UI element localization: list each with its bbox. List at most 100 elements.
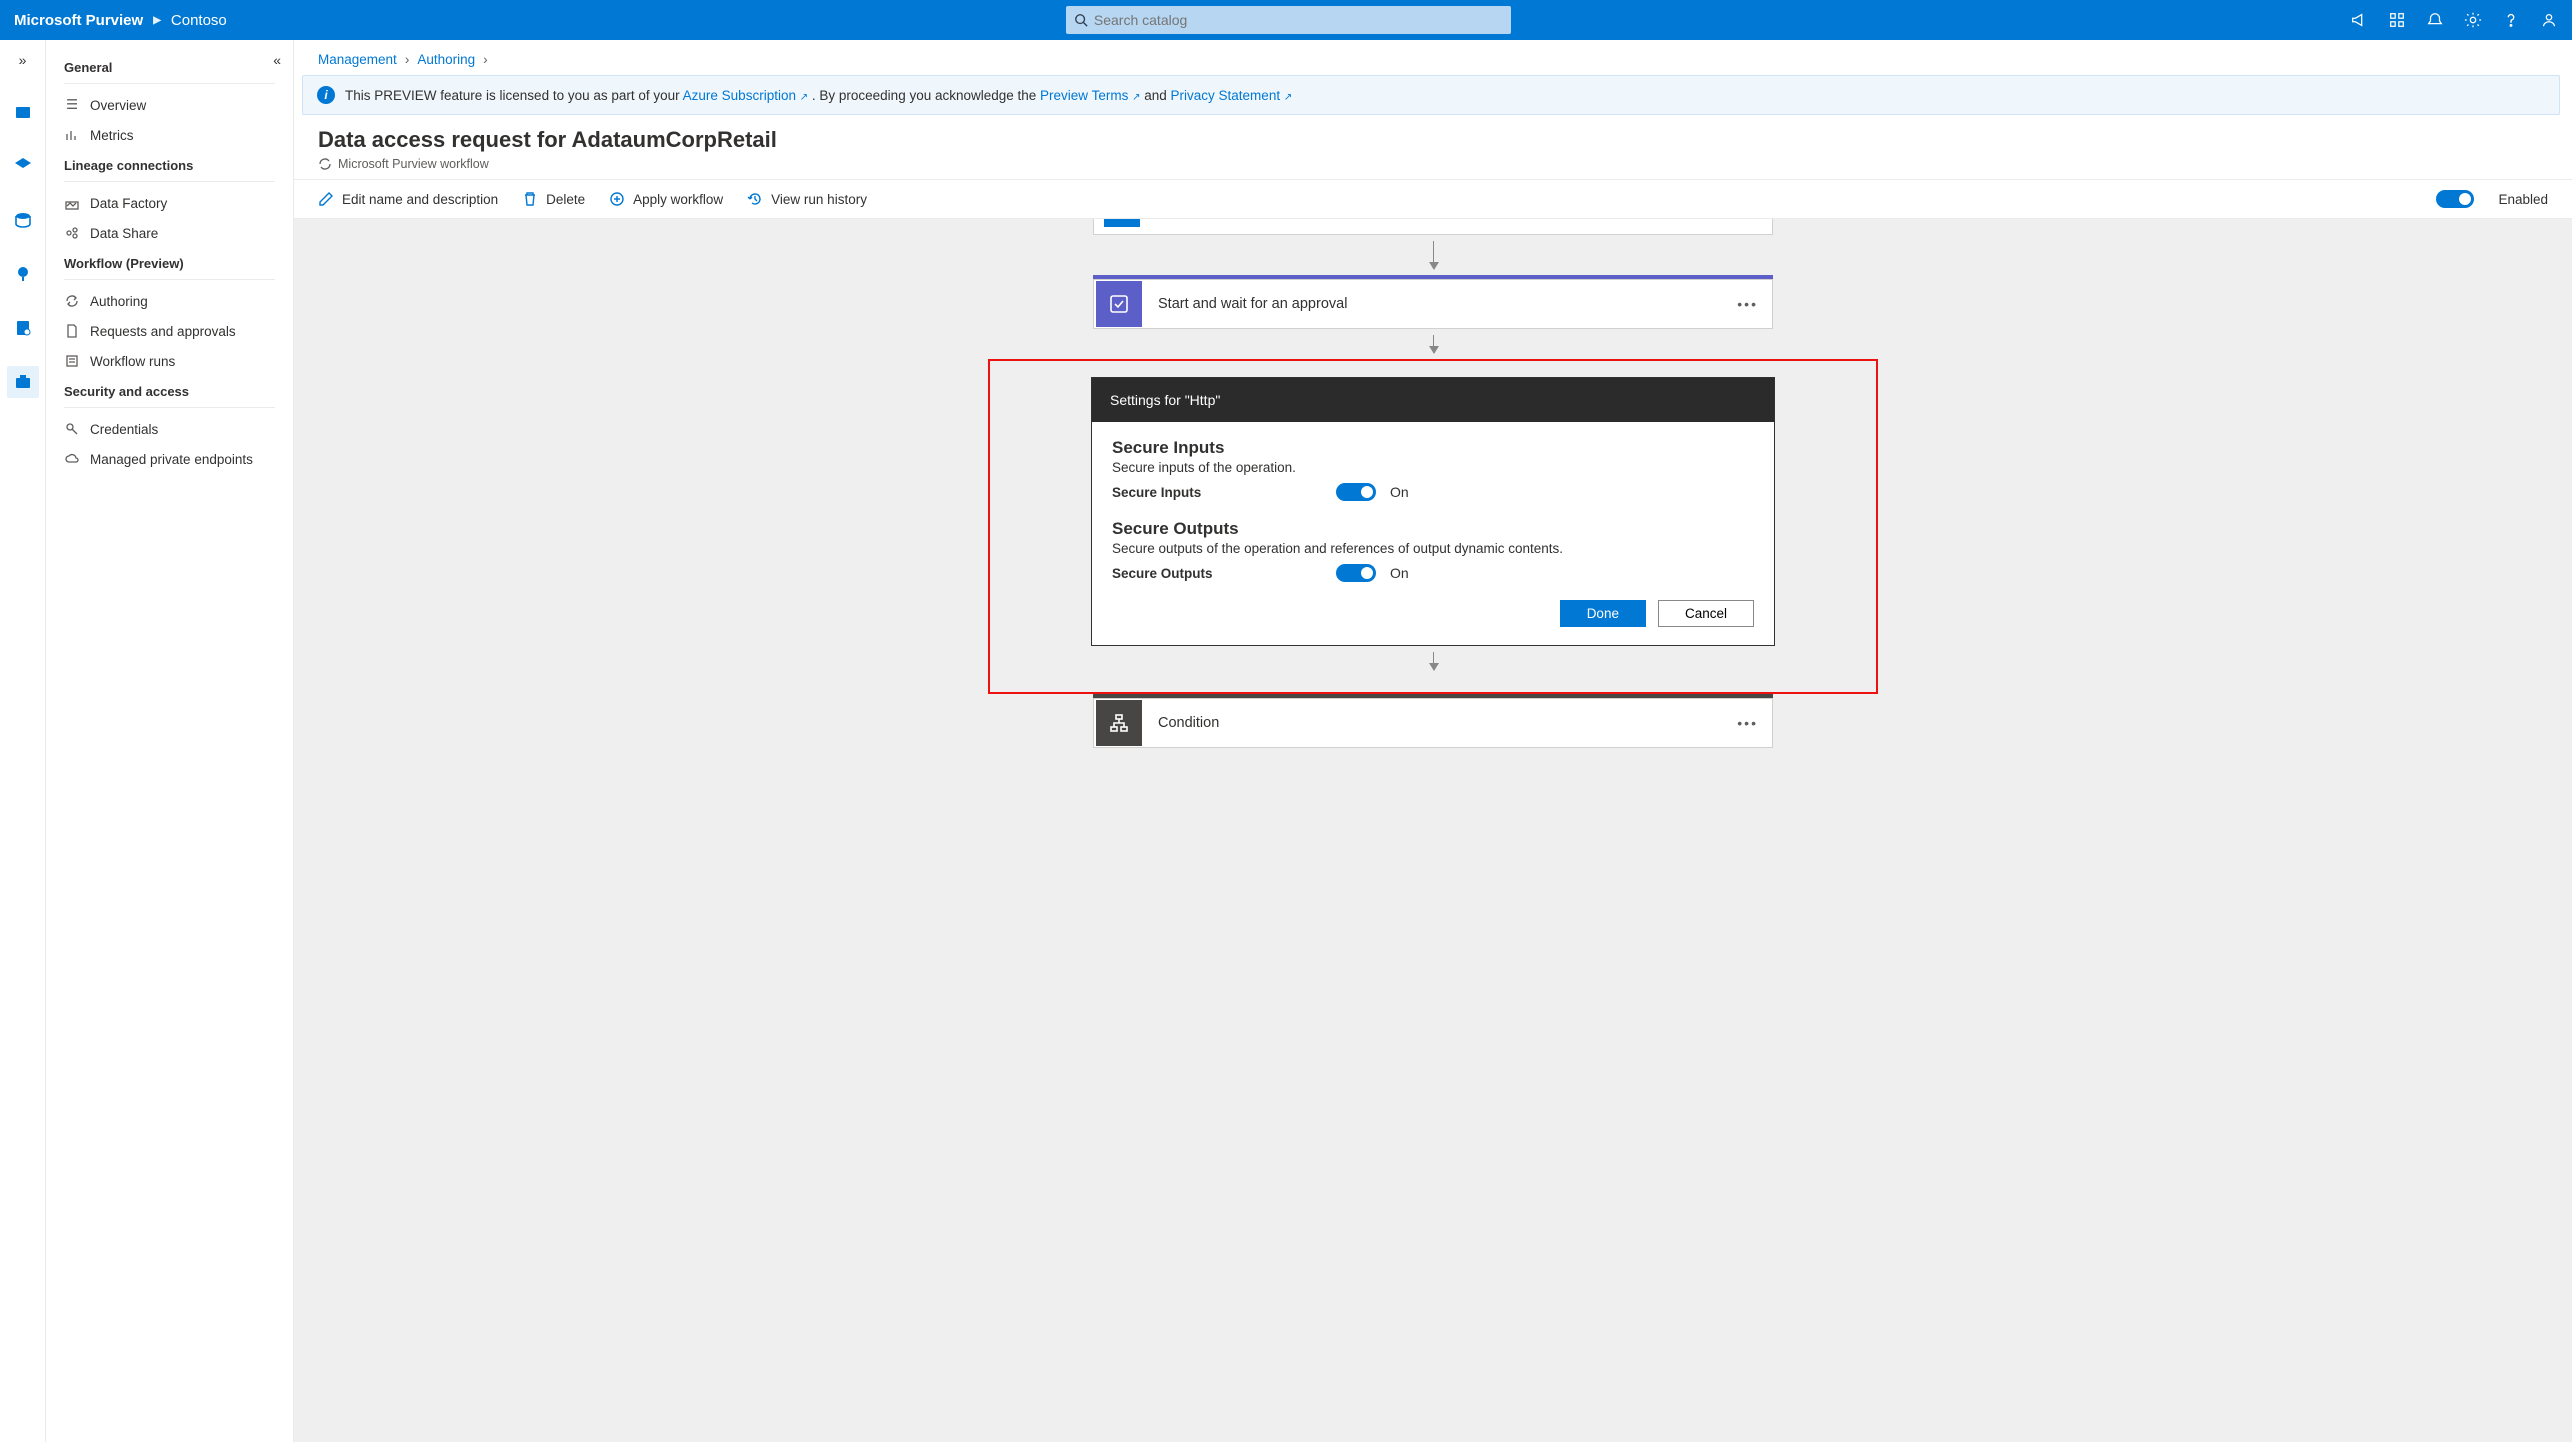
- nav-label: Metrics: [90, 128, 134, 143]
- pencil-icon: [318, 191, 334, 207]
- previous-step-card[interactable]: [1093, 219, 1773, 235]
- breadcrumb-authoring[interactable]: Authoring: [417, 52, 475, 67]
- plus-circle-icon: [609, 191, 625, 207]
- main-content: Management › Authoring › i This PREVIEW …: [294, 40, 2572, 1442]
- nav-authoring[interactable]: Authoring: [46, 286, 293, 316]
- nav-data-share[interactable]: Data Share: [46, 218, 293, 248]
- side-nav: « General ☰Overview Metrics Lineage conn…: [46, 40, 294, 1442]
- more-icon[interactable]: •••: [1723, 296, 1772, 312]
- bell-icon[interactable]: [2426, 11, 2444, 29]
- flow-arrow-icon: [1433, 335, 1434, 353]
- megaphone-icon[interactable]: [2350, 11, 2368, 29]
- person-icon[interactable]: [2540, 11, 2558, 29]
- page-subtitle: Microsoft Purview workflow: [318, 157, 2548, 171]
- rail-insights-icon[interactable]: [7, 258, 39, 290]
- brand-name: Microsoft Purview: [14, 12, 143, 29]
- highlighted-region: Settings for "Http" Secure Inputs Secure…: [988, 359, 1878, 694]
- breadcrumb-management[interactable]: Management: [318, 52, 397, 67]
- link-azure-subscription[interactable]: Azure Subscription ↗: [683, 88, 808, 103]
- done-button[interactable]: Done: [1560, 600, 1646, 627]
- help-icon[interactable]: [2502, 11, 2520, 29]
- secure-inputs-toggle[interactable]: [1336, 483, 1376, 501]
- page-header: Data access request for AdataumCorpRetai…: [294, 123, 2572, 179]
- more-icon[interactable]: •••: [1723, 715, 1772, 731]
- condition-title: Condition: [1144, 715, 1723, 731]
- rail-policy-icon[interactable]: [7, 312, 39, 344]
- secure-inputs-label: Secure Inputs: [1112, 485, 1322, 500]
- link-privacy[interactable]: Privacy Statement ↗: [1171, 88, 1293, 103]
- nav-requests[interactable]: Requests and approvals: [46, 316, 293, 346]
- cmd-delete[interactable]: Delete: [522, 191, 585, 207]
- rail-home-icon[interactable]: [7, 96, 39, 128]
- collapse-nav-icon[interactable]: «: [273, 52, 281, 68]
- workflow-canvas[interactable]: Start and wait for an approval ••• Setti…: [294, 219, 2572, 1442]
- nav-label: Managed private endpoints: [90, 452, 253, 467]
- search-icon: [1074, 13, 1088, 27]
- runs-icon: [64, 353, 80, 369]
- nav-credentials[interactable]: Credentials: [46, 414, 293, 444]
- gear-icon[interactable]: [2464, 11, 2482, 29]
- cmd-history[interactable]: View run history: [747, 191, 867, 207]
- expand-rail-icon[interactable]: »: [19, 52, 27, 68]
- cycle-icon: [318, 157, 332, 171]
- nav-label: Overview: [90, 98, 146, 113]
- nav-label: Credentials: [90, 422, 158, 437]
- settings-panel: Settings for "Http" Secure Inputs Secure…: [1091, 377, 1775, 646]
- secure-inputs-desc: Secure inputs of the operation.: [1112, 460, 1754, 475]
- rail-sources-icon[interactable]: [7, 204, 39, 236]
- nav-label: Data Factory: [90, 196, 167, 211]
- link-preview-terms[interactable]: Preview Terms ↗: [1040, 88, 1140, 103]
- breadcrumb: Management › Authoring ›: [294, 40, 2572, 75]
- secure-inputs-state: On: [1390, 484, 1409, 500]
- history-icon: [747, 191, 763, 207]
- enabled-label: Enabled: [2498, 192, 2548, 207]
- nav-endpoints[interactable]: Managed private endpoints: [46, 444, 293, 474]
- rail-map-icon[interactable]: [7, 150, 39, 182]
- factory-icon: [64, 195, 80, 211]
- cycle-icon: [64, 293, 80, 309]
- settings-header: Settings for "Http": [1092, 378, 1774, 422]
- nav-group-lineage: Lineage connections: [46, 150, 293, 179]
- cmd-apply[interactable]: Apply workflow: [609, 191, 723, 207]
- brand-block: Microsoft Purview ▶ Contoso: [14, 12, 227, 29]
- nav-data-factory[interactable]: Data Factory: [46, 188, 293, 218]
- info-icon: i: [317, 86, 335, 104]
- secure-outputs-desc: Secure outputs of the operation and refe…: [1112, 541, 1754, 556]
- approval-icon: [1096, 281, 1142, 327]
- header-actions: [2350, 11, 2558, 29]
- document-icon: [64, 323, 80, 339]
- banner-text: This PREVIEW feature is licensed to you …: [345, 88, 1292, 103]
- cloud-icon: [64, 451, 80, 467]
- approval-step-card[interactable]: Start and wait for an approval •••: [1093, 279, 1773, 329]
- nav-workflow-runs[interactable]: Workflow runs: [46, 346, 293, 376]
- secure-inputs-title: Secure Inputs: [1112, 438, 1754, 458]
- external-link-icon: ↗: [800, 92, 808, 103]
- chevron-right-icon: ▶: [153, 15, 161, 26]
- list-icon: ☰: [64, 97, 80, 113]
- search-input[interactable]: [1094, 12, 1503, 28]
- rail-management-icon[interactable]: [7, 366, 39, 398]
- enabled-toggle[interactable]: [2436, 190, 2474, 208]
- nav-overview[interactable]: ☰ Overview: [46, 90, 293, 120]
- account-name[interactable]: Contoso: [171, 12, 227, 29]
- secure-outputs-title: Secure Outputs: [1112, 519, 1754, 539]
- key-icon: [64, 421, 80, 437]
- condition-step-card[interactable]: Condition •••: [1093, 698, 1773, 748]
- trash-icon: [522, 191, 538, 207]
- chart-icon: [64, 127, 80, 143]
- nav-label: Data Share: [90, 226, 158, 241]
- search-box[interactable]: [1066, 6, 1511, 34]
- nav-metrics[interactable]: Metrics: [46, 120, 293, 150]
- flow-arrow-icon: [1433, 652, 1434, 670]
- cmd-edit[interactable]: Edit name and description: [318, 191, 498, 207]
- condition-icon: [1096, 700, 1142, 746]
- page-title: Data access request for AdataumCorpRetai…: [318, 127, 2548, 153]
- chevron-right-icon: ›: [405, 52, 410, 67]
- command-bar: Edit name and description Delete Apply w…: [294, 179, 2572, 219]
- grid-icon[interactable]: [2388, 11, 2406, 29]
- preview-banner: i This PREVIEW feature is licensed to yo…: [302, 75, 2560, 115]
- secure-outputs-toggle[interactable]: [1336, 564, 1376, 582]
- cancel-button[interactable]: Cancel: [1658, 600, 1754, 627]
- nav-label: Workflow runs: [90, 354, 175, 369]
- secure-outputs-state: On: [1390, 565, 1409, 581]
